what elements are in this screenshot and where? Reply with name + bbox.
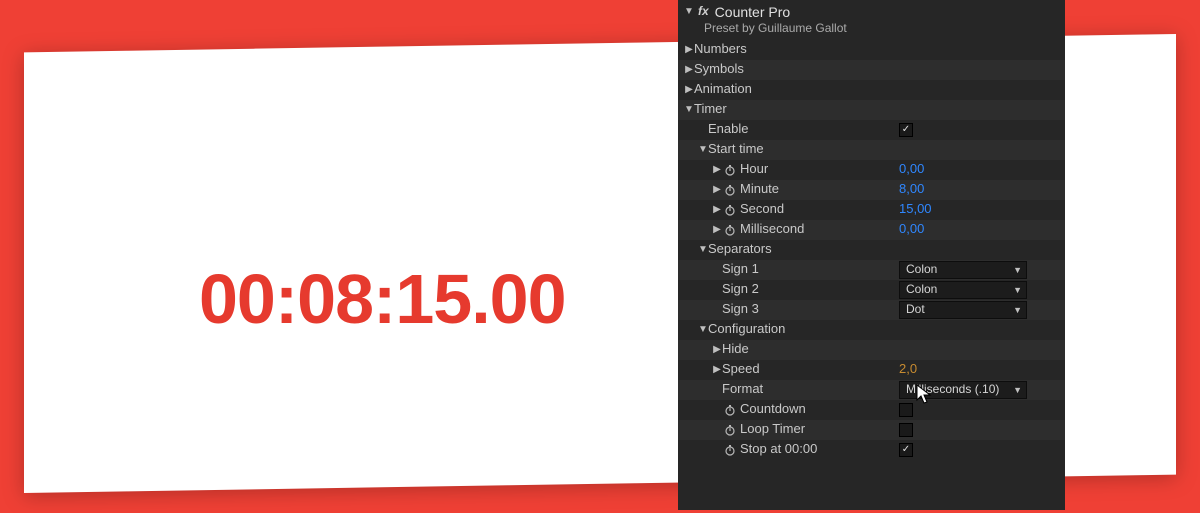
prop-sign-2: Sign 2 Colon▼ — [678, 280, 1065, 300]
speed-value[interactable]: 2,0 — [899, 362, 917, 377]
countdown-checkbox[interactable] — [899, 403, 913, 417]
second-value[interactable]: 15,00 — [899, 202, 932, 217]
stopwatch-icon[interactable] — [724, 164, 736, 176]
disclosure-triangle-icon[interactable] — [712, 204, 722, 216]
stopwatch-icon[interactable] — [724, 444, 736, 456]
prop-speed: Speed 2,0 — [678, 360, 1065, 380]
group-numbers[interactable]: Numbers — [678, 40, 1065, 60]
stopwatch-icon[interactable] — [724, 224, 736, 236]
counter-output-text: 00:08:15.00 — [199, 259, 566, 339]
chevron-down-icon: ▼ — [1013, 285, 1022, 295]
group-configuration[interactable]: Configuration — [678, 320, 1065, 340]
stop-at-zero-checkbox[interactable]: ✓ — [899, 443, 913, 457]
group-separators[interactable]: Separators — [678, 240, 1065, 260]
effect-subtitle: Preset by Guillaume Gallot — [678, 22, 1065, 40]
effect-controls-panel: fx Counter Pro Preset by Guillaume Gallo… — [678, 0, 1065, 510]
prop-enable: Enable ✓ — [678, 120, 1065, 140]
disclosure-triangle-icon[interactable] — [712, 184, 722, 196]
prop-sign-1: Sign 1 Colon▼ — [678, 260, 1065, 280]
enable-checkbox[interactable]: ✓ — [899, 123, 913, 137]
millisecond-value[interactable]: 0,00 — [899, 222, 924, 237]
prop-minute: Minute 8,00 — [678, 180, 1065, 200]
prop-stop-at-zero: Stop at 00:00 ✓ — [678, 440, 1065, 460]
group-animation[interactable]: Animation — [678, 80, 1065, 100]
effect-title: Counter Pro — [715, 4, 790, 20]
stopwatch-icon[interactable] — [724, 424, 736, 436]
stopwatch-icon[interactable] — [724, 184, 736, 196]
disclosure-triangle-icon[interactable] — [684, 64, 694, 76]
prop-millisecond: Millisecond 0,00 — [678, 220, 1065, 240]
minute-value[interactable]: 8,00 — [899, 182, 924, 197]
chevron-down-icon: ▼ — [1013, 385, 1022, 395]
prop-countdown: Countdown — [678, 400, 1065, 420]
chevron-down-icon: ▼ — [1013, 305, 1022, 315]
disclosure-triangle-icon[interactable] — [698, 144, 708, 156]
sign-3-dropdown[interactable]: Dot▼ — [899, 301, 1027, 319]
prop-sign-3: Sign 3 Dot▼ — [678, 300, 1065, 320]
disclosure-triangle-icon[interactable] — [712, 344, 722, 356]
sign-2-dropdown[interactable]: Colon▼ — [899, 281, 1027, 299]
hour-value[interactable]: 0,00 — [899, 162, 924, 177]
prop-second: Second 15,00 — [678, 200, 1065, 220]
sign-1-dropdown[interactable]: Colon▼ — [899, 261, 1027, 279]
fx-badge-icon: fx — [698, 5, 709, 19]
stopwatch-icon[interactable] — [724, 404, 736, 416]
disclosure-triangle-icon[interactable] — [698, 244, 708, 256]
group-timer[interactable]: Timer — [678, 100, 1065, 120]
disclosure-triangle-icon[interactable] — [712, 364, 722, 376]
disclosure-triangle-icon[interactable] — [684, 104, 694, 116]
chevron-down-icon: ▼ — [1013, 265, 1022, 275]
prop-hour: Hour 0,00 — [678, 160, 1065, 180]
group-symbols[interactable]: Symbols — [678, 60, 1065, 80]
effect-toggle-triangle-icon[interactable] — [684, 6, 694, 18]
group-start-time[interactable]: Start time — [678, 140, 1065, 160]
stopwatch-icon[interactable] — [724, 204, 736, 216]
effect-header[interactable]: fx Counter Pro — [678, 0, 1065, 22]
disclosure-triangle-icon[interactable] — [684, 44, 694, 56]
disclosure-triangle-icon[interactable] — [712, 224, 722, 236]
prop-loop-timer: Loop Timer — [678, 420, 1065, 440]
group-hide[interactable]: Hide — [678, 340, 1065, 360]
loop-timer-checkbox[interactable] — [899, 423, 913, 437]
format-dropdown[interactable]: Milliseconds (.10)▼ — [899, 381, 1027, 399]
disclosure-triangle-icon[interactable] — [684, 84, 694, 96]
disclosure-triangle-icon[interactable] — [712, 164, 722, 176]
prop-format: Format Milliseconds (.10)▼ — [678, 380, 1065, 400]
disclosure-triangle-icon[interactable] — [698, 324, 708, 336]
